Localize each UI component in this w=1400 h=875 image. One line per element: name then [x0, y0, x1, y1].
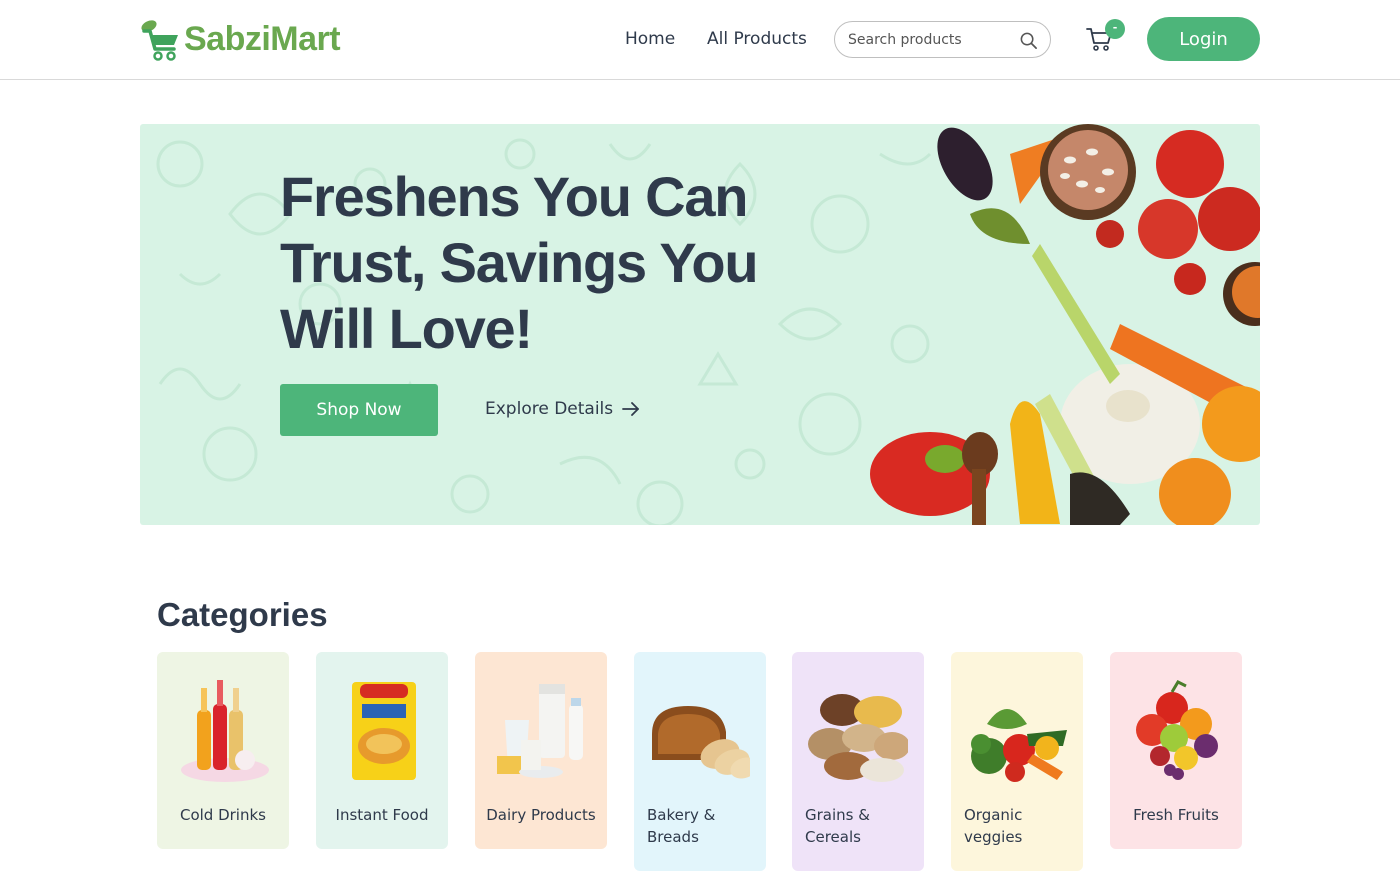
nav-home-link[interactable]: Home: [625, 29, 675, 49]
dairy-icon: [497, 684, 583, 778]
category-label: Cold Drinks: [179, 806, 266, 824]
category-label: Grains & Cereals: [805, 806, 870, 846]
arrow-right-icon: [622, 402, 640, 416]
search-input[interactable]: [848, 22, 1018, 57]
search-box: [834, 21, 1051, 58]
grains-icon: [808, 694, 908, 782]
vegetables-illustration: [870, 124, 1260, 525]
categories-heading: Categories: [157, 596, 328, 633]
hero-banner: Freshens You Can Trust, Savings You Will…: [140, 124, 1260, 525]
instant-food-icon: [352, 682, 416, 780]
category-label: Instant Food: [335, 806, 429, 824]
bread-icon: [652, 706, 750, 779]
cart-count-badge: -: [1105, 19, 1125, 39]
category-card-instant-food[interactable]: Instant Food: [316, 652, 448, 849]
explore-details-link[interactable]: Explore Details: [485, 399, 641, 419]
category-card-bakery-breads[interactable]: Bakery & Breads: [634, 652, 766, 871]
login-button[interactable]: Login: [1147, 17, 1260, 61]
category-card-organic-veggies[interactable]: Organic veggies: [951, 652, 1083, 871]
category-label: Bakery & Breads: [647, 806, 716, 846]
category-label: Organic veggies: [964, 806, 1023, 846]
search-icon[interactable]: [1019, 31, 1038, 50]
category-card-grains-cereals[interactable]: Grains & Cereals: [792, 652, 924, 871]
shopping-cart-logo-icon: [141, 20, 178, 61]
top-navbar: SabziMart Home All Products - Login: [0, 0, 1400, 80]
category-card-cold-drinks[interactable]: Cold Drinks: [157, 652, 289, 849]
explore-details-label: Explore Details: [485, 399, 614, 419]
veggies-icon: [971, 709, 1067, 782]
category-label: Dairy Products: [486, 806, 596, 824]
fruits-icon: [1136, 680, 1218, 780]
brand-logo[interactable]: SabziMart: [140, 17, 341, 61]
category-card-fresh-fruits[interactable]: Fresh Fruits: [1110, 652, 1242, 849]
category-card-dairy-products[interactable]: Dairy Products: [475, 652, 607, 849]
hero-headline: Freshens You Can Trust, Savings You Will…: [280, 165, 759, 360]
cold-drinks-icon: [181, 680, 269, 782]
brand-name: SabziMart: [184, 19, 341, 58]
shop-now-button[interactable]: Shop Now: [280, 384, 438, 436]
nav-all-products-link[interactable]: All Products: [707, 29, 807, 49]
category-label: Fresh Fruits: [1133, 806, 1219, 824]
